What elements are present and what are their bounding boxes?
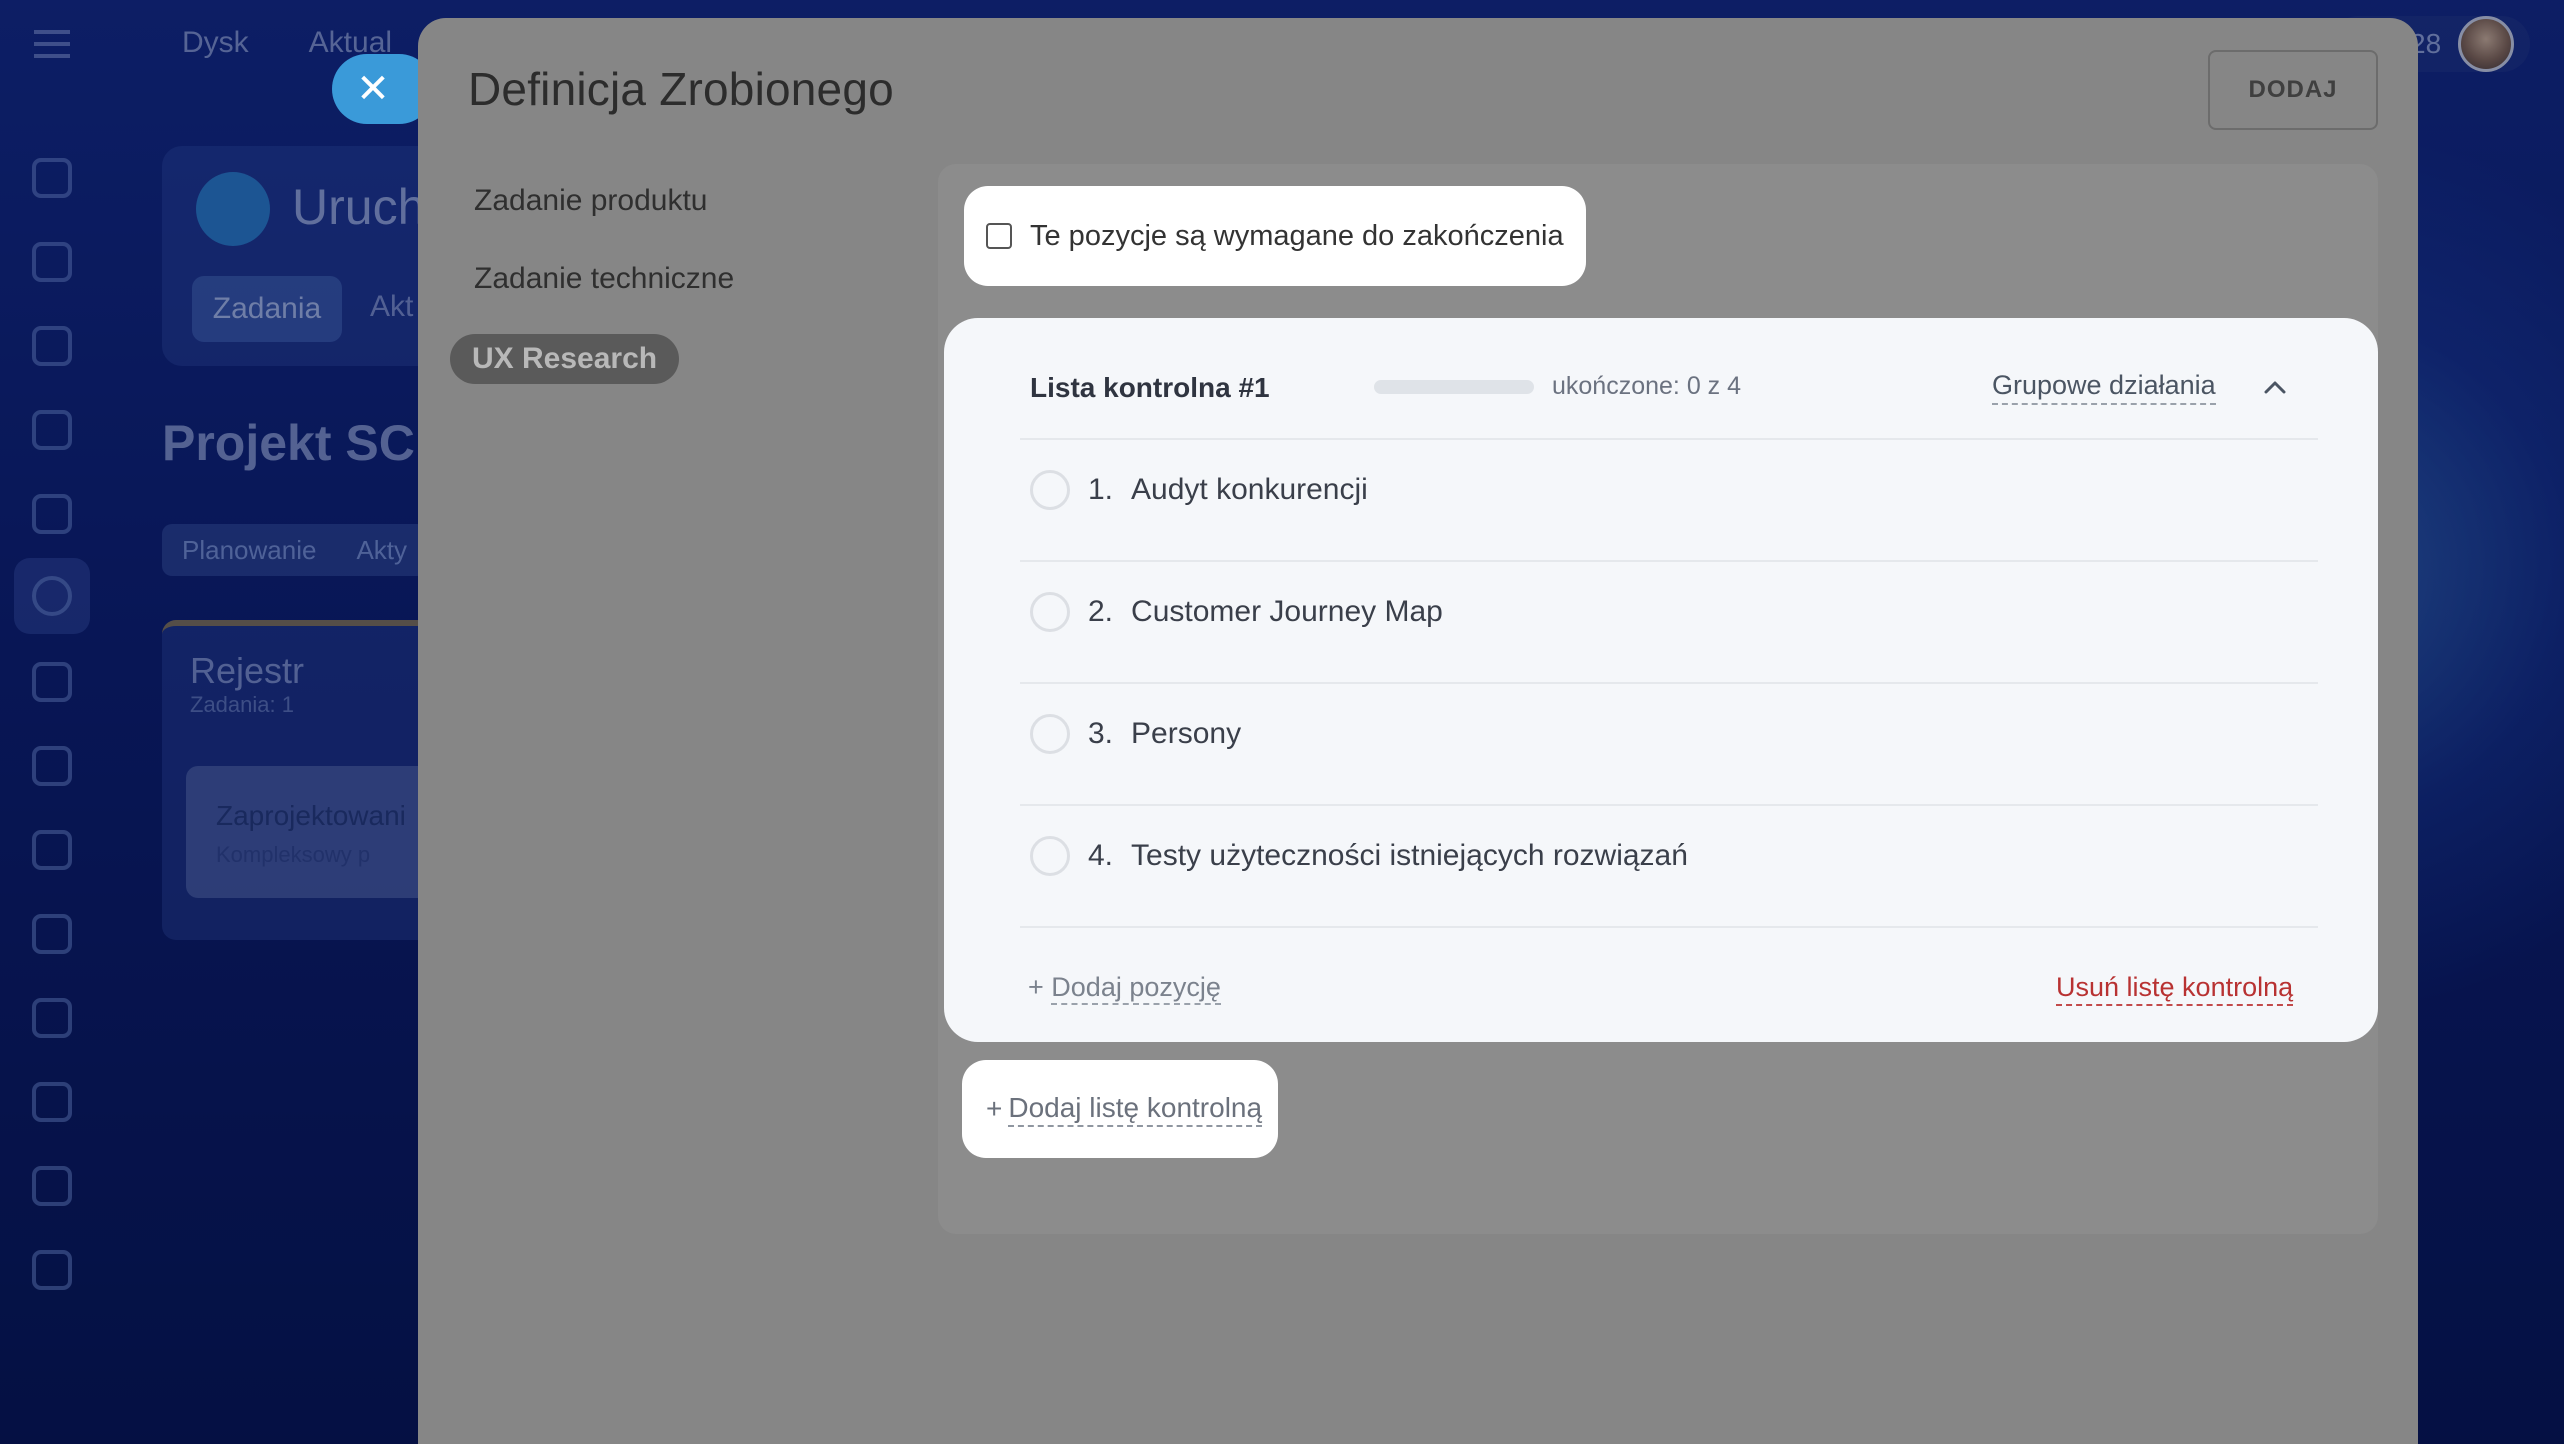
divider bbox=[1020, 804, 2318, 806]
required-option[interactable]: Te pozycje są wymagane do zakończenia bbox=[964, 186, 1586, 286]
group-actions-link[interactable]: Grupowe działania bbox=[1992, 370, 2216, 405]
item-complete-toggle[interactable] bbox=[1030, 714, 1070, 754]
checklist-progress-text: ukończone: 0 z 4 bbox=[1552, 372, 1742, 400]
add-item-link[interactable]: + Dodaj pozycję bbox=[1028, 972, 1221, 1005]
add-item-label[interactable]: Dodaj pozycję bbox=[1051, 972, 1221, 1005]
item-complete-toggle[interactable] bbox=[1030, 836, 1070, 876]
divider bbox=[1020, 560, 2318, 562]
item-text[interactable]: Customer Journey Map bbox=[1131, 595, 1443, 629]
add-checklist-label[interactable]: Dodaj listę kontrolną bbox=[1008, 1092, 1263, 1127]
checklist-title[interactable]: Lista kontrolna #1 bbox=[1030, 372, 1270, 404]
item-number: 3. bbox=[1088, 717, 1114, 750]
modal-title: Definicja Zrobionego bbox=[468, 63, 894, 115]
required-checkbox[interactable] bbox=[986, 223, 1012, 249]
checklist-item-3: 3. Persony bbox=[1030, 712, 1241, 756]
checklist-item-4: 4. Testy użyteczności istniejących rozwi… bbox=[1030, 834, 1688, 878]
item-text[interactable]: Persony bbox=[1131, 717, 1241, 751]
plus-icon: + bbox=[1028, 972, 1044, 1002]
divider bbox=[1020, 438, 2318, 440]
add-button[interactable]: DODAJ bbox=[2208, 50, 2378, 130]
item-complete-toggle[interactable] bbox=[1030, 592, 1070, 632]
nav-item-product-task[interactable]: Zadanie produktu bbox=[474, 184, 708, 218]
checklist-item-2: 2. Customer Journey Map bbox=[1030, 590, 1443, 634]
divider bbox=[1020, 682, 2318, 684]
item-number: 1. bbox=[1088, 473, 1114, 506]
checklist-progress-bar bbox=[1374, 380, 1534, 394]
checklist-item-1: 1. Audyt konkurencji bbox=[1030, 468, 1368, 512]
item-text[interactable]: Testy użyteczności istniejących rozwiąza… bbox=[1131, 839, 1688, 873]
nav-item-ux-research[interactable]: UX Research bbox=[450, 334, 680, 384]
item-complete-toggle[interactable] bbox=[1030, 470, 1070, 510]
remove-checklist-link[interactable]: Usuń listę kontrolną bbox=[2056, 972, 2294, 1006]
close-icon: ✕ bbox=[356, 67, 390, 111]
nav-item-technical-task[interactable]: Zadanie techniczne bbox=[474, 262, 734, 296]
add-checklist-button[interactable]: + Dodaj listę kontrolną bbox=[962, 1060, 1278, 1158]
divider bbox=[1020, 926, 2318, 928]
item-number: 2. bbox=[1088, 595, 1114, 628]
required-label: Te pozycje są wymagane do zakończenia bbox=[1030, 219, 1564, 252]
item-number: 4. bbox=[1088, 839, 1114, 872]
chevron-up-icon[interactable] bbox=[2262, 374, 2288, 400]
checklist-card: Lista kontrolna #1 ukończone: 0 z 4 Grup… bbox=[944, 318, 2378, 1042]
item-text[interactable]: Audyt konkurencji bbox=[1131, 473, 1368, 507]
plus-icon: + bbox=[986, 1093, 1003, 1124]
